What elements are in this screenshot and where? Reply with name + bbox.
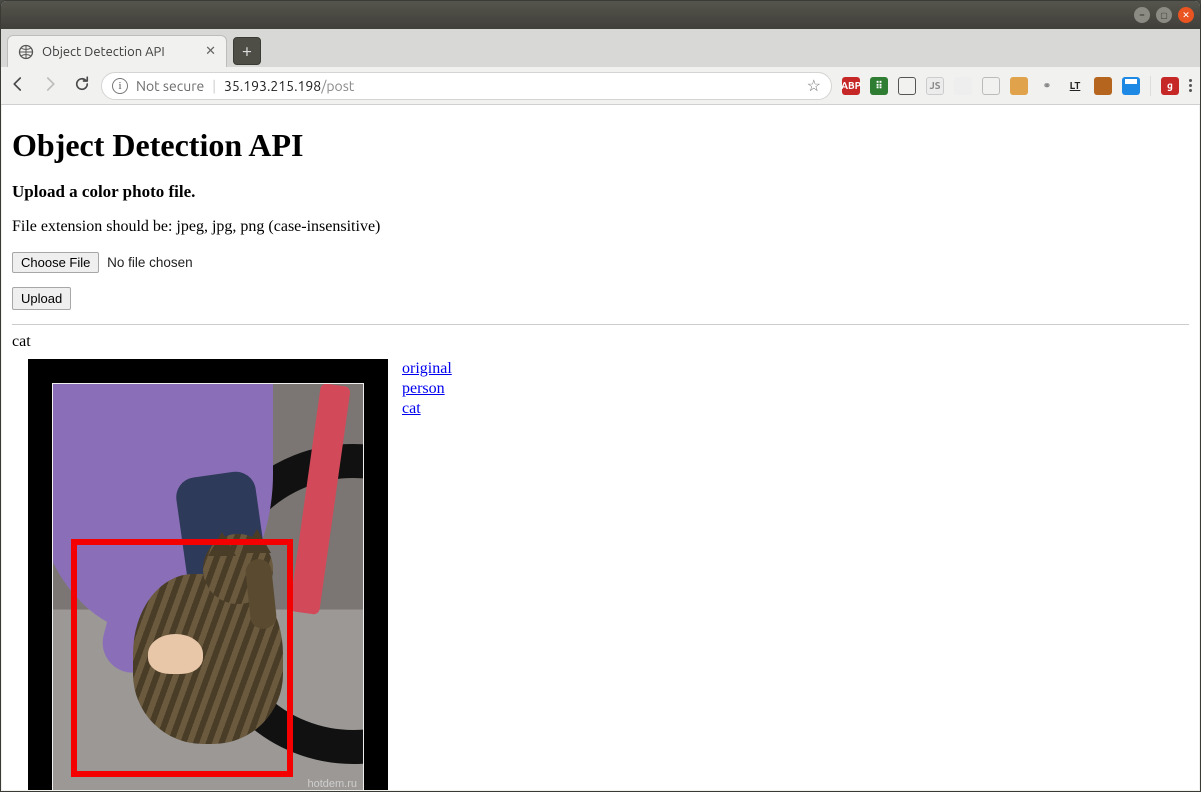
bookmark-star-icon[interactable]: ☆ xyxy=(807,76,821,95)
adblock-icon[interactable]: ABP xyxy=(842,77,860,95)
image-watermark: hotdem.ru xyxy=(307,778,357,790)
address-bar[interactable]: i Not secure | 35.193.215.198/post ☆ xyxy=(101,72,832,100)
separator xyxy=(1150,76,1151,96)
tab-close-icon[interactable]: ✕ xyxy=(205,44,216,59)
window-titlebar xyxy=(1,1,1200,29)
page-viewport[interactable]: Object Detection API Upload a color phot… xyxy=(2,105,1199,790)
image-content: hotdem.ru xyxy=(52,383,364,790)
extension-icon[interactable]: ⚭ xyxy=(1038,77,1056,95)
file-input-row: Choose File No file chosen xyxy=(12,252,1189,273)
site-info-icon[interactable]: i xyxy=(112,78,128,94)
separator: | xyxy=(212,78,216,94)
extension-icon[interactable] xyxy=(1094,77,1112,95)
detection-label: cat xyxy=(12,333,1189,351)
extension-icon[interactable]: ⠿ xyxy=(870,77,888,95)
upload-heading: Upload a color photo file. xyxy=(12,182,1189,202)
file-chosen-status: No file chosen xyxy=(107,255,193,270)
window-minimize-button[interactable] xyxy=(1134,7,1150,23)
browser-window: Object Detection API ✕ + i Not secure | … xyxy=(0,0,1201,792)
result-image: hotdem.ru xyxy=(28,359,388,790)
new-tab-button[interactable]: + xyxy=(233,37,261,65)
link-person[interactable]: person xyxy=(402,379,452,399)
result-row: hotdem.ru original person cat xyxy=(12,359,1189,790)
reload-button[interactable] xyxy=(73,75,91,97)
url-path: /post xyxy=(321,78,354,94)
window-close-button[interactable] xyxy=(1178,7,1194,23)
extension-icon[interactable] xyxy=(898,77,916,95)
tab-strip: Object Detection API ✕ + xyxy=(1,29,1200,67)
extension-icons: ABP ⠿ JS ⚭ LT g xyxy=(842,76,1192,96)
security-status: Not secure xyxy=(136,78,204,94)
browser-tab[interactable]: Object Detection API ✕ xyxy=(7,35,227,67)
extension-icon[interactable]: JS xyxy=(926,77,944,95)
extension-icon[interactable] xyxy=(982,77,1000,95)
page-content: Object Detection API Upload a color phot… xyxy=(2,105,1199,790)
back-button[interactable] xyxy=(9,75,27,97)
globe-icon xyxy=(18,44,34,60)
extension-icon[interactable] xyxy=(1122,77,1140,95)
link-cat[interactable]: cat xyxy=(402,399,452,419)
page-title: Object Detection API xyxy=(12,127,1189,164)
forward-button[interactable] xyxy=(41,75,59,97)
extension-icon[interactable] xyxy=(954,77,972,95)
extension-icon[interactable]: LT xyxy=(1066,77,1084,95)
detection-links: original person cat xyxy=(402,359,452,419)
url-host: 35.193.215.198 xyxy=(224,78,321,94)
tab-title: Object Detection API xyxy=(42,45,197,59)
window-maximize-button[interactable] xyxy=(1156,7,1172,23)
browser-menu-button[interactable] xyxy=(1189,79,1192,92)
bounding-box-cat xyxy=(71,539,293,777)
choose-file-button[interactable]: Choose File xyxy=(12,252,99,273)
browser-toolbar: i Not secure | 35.193.215.198/post ☆ ABP… xyxy=(1,67,1200,105)
divider xyxy=(12,324,1189,325)
extension-icon[interactable] xyxy=(1010,77,1028,95)
file-extension-hint: File extension should be: jpeg, jpg, png… xyxy=(12,218,1189,236)
profile-avatar[interactable]: g xyxy=(1161,77,1179,95)
upload-button[interactable]: Upload xyxy=(12,287,71,310)
link-original[interactable]: original xyxy=(402,359,452,379)
